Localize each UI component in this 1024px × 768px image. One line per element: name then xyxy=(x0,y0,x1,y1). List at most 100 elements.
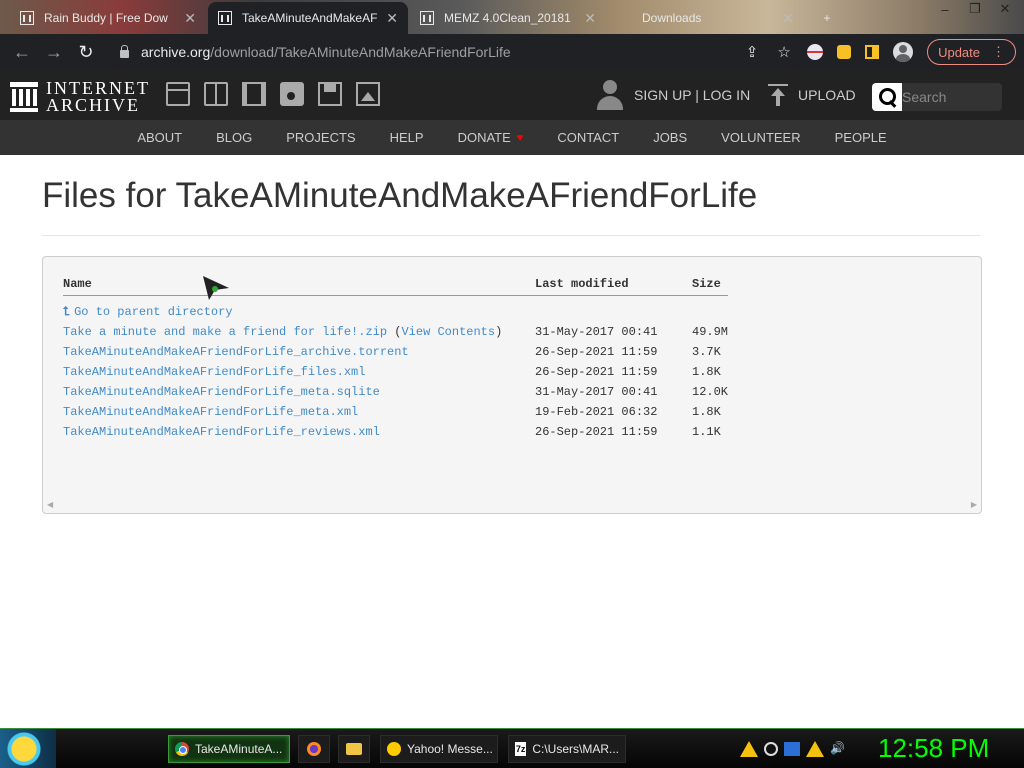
close-window-icon[interactable]: ✕ xyxy=(990,0,1020,18)
close-icon[interactable]: ✕ xyxy=(184,10,196,27)
warning-icon[interactable] xyxy=(740,741,758,757)
minimize-icon[interactable]: – xyxy=(930,0,960,18)
bookmark-star-icon[interactable]: ☆ xyxy=(775,43,793,61)
file-listing-panel: Name Last modified Size ⮤ Go to parent di… xyxy=(42,256,982,514)
sign-in-link[interactable]: SIGN UP | LOG IN xyxy=(596,80,750,110)
browser-toolbar: ← → ↻ archive.org/download/TakeAMinuteAn… xyxy=(0,34,1024,70)
extensions-puzzle-icon[interactable] xyxy=(837,45,852,59)
file-name-cell: TakeAMinuteAndMakeAFriendForLife_files.x… xyxy=(63,362,535,382)
file-name-cell: Take a minute and make a friend for life… xyxy=(63,324,503,339)
lock-icon xyxy=(120,45,129,58)
update-label: Update xyxy=(938,44,980,60)
nav-help[interactable]: HELP xyxy=(373,130,441,145)
profile-avatar[interactable] xyxy=(893,42,914,62)
ia-building-icon xyxy=(10,82,38,112)
file-name-cell: TakeAMinuteAndMakeAFriendForLife_meta.sq… xyxy=(63,382,535,402)
update-button[interactable]: Update ⋮ xyxy=(927,39,1016,65)
scroll-left-icon[interactable]: ◀ xyxy=(47,500,53,509)
nav-people[interactable]: PEOPLE xyxy=(818,130,904,145)
software-icon[interactable] xyxy=(318,82,342,106)
column-header-name[interactable]: Name xyxy=(63,277,535,296)
warning-icon[interactable] xyxy=(806,741,824,757)
side-panel-icon[interactable] xyxy=(865,45,880,59)
heart-icon: ♥ xyxy=(516,131,524,144)
taskbar-button-chrome[interactable]: TakeAMinuteA... xyxy=(168,735,290,763)
ia-logo-line2: ARCHIVE xyxy=(46,95,140,115)
firefox-icon xyxy=(307,742,321,756)
forward-arrow-icon[interactable]: → xyxy=(38,36,70,68)
file-link[interactable]: TakeAMinuteAndMakeAFriendForLife_meta.sq… xyxy=(63,385,380,399)
file-link[interactable]: TakeAMinuteAndMakeAFriendForLife_archive… xyxy=(63,345,409,359)
divider xyxy=(42,235,980,236)
close-icon[interactable]: ✕ xyxy=(584,10,596,27)
address-bar[interactable]: archive.org/download/TakeAMinuteAndMakeA… xyxy=(106,38,806,66)
archive-favicon-icon xyxy=(20,11,34,25)
back-arrow-icon[interactable]: ← xyxy=(6,36,38,68)
nav-donate[interactable]: DONATE ♥ xyxy=(441,130,541,145)
upload-link[interactable]: UPLOAD xyxy=(768,84,856,106)
maximize-icon[interactable]: ❐ xyxy=(960,0,990,18)
file-name-cell: TakeAMinuteAndMakeAFriendForLife_reviews… xyxy=(63,422,535,442)
start-button[interactable] xyxy=(0,729,56,768)
file-link[interactable]: Take a minute and make a friend for life… xyxy=(63,325,387,339)
file-size: 1.1K xyxy=(692,424,721,439)
nav-projects[interactable]: PROJECTS xyxy=(269,130,372,145)
taskbar-clock[interactable]: 12:58 PM xyxy=(878,733,989,764)
tab-label: MEMZ 4.0Clean_20181 xyxy=(444,11,571,25)
volume-icon[interactable]: 🔊 xyxy=(830,741,846,757)
reload-icon[interactable]: ↻ xyxy=(70,36,102,68)
share-icon[interactable]: ⇪ xyxy=(743,43,761,61)
scroll-right-icon[interactable]: ▶ xyxy=(971,500,977,509)
search-icon[interactable] xyxy=(872,83,902,111)
taskbar-button-yahoo[interactable]: Yahoo! Messe... xyxy=(380,735,498,763)
parent-directory-link[interactable]: ⮤ Go to parent directory xyxy=(63,305,233,319)
search-input[interactable] xyxy=(902,89,998,105)
taskbar-button-firefox[interactable] xyxy=(298,735,330,763)
table-row: TakeAMinuteAndMakeAFriendForLife_archive… xyxy=(63,342,728,362)
taskbar-label: Yahoo! Messe... xyxy=(407,742,493,756)
tab-downloads[interactable]: Downloads ✕ xyxy=(608,2,804,34)
taskbar-button-7zip[interactable]: 7z C:\Users\MAR... xyxy=(508,735,626,763)
web-icon[interactable] xyxy=(166,82,190,106)
audio-icon[interactable] xyxy=(280,82,304,106)
taskbar-button-explorer[interactable] xyxy=(338,735,370,763)
file-table: Name Last modified Size ⮤ Go to parent di… xyxy=(63,277,729,442)
file-link[interactable]: TakeAMinuteAndMakeAFriendForLife_meta.xm… xyxy=(63,405,358,419)
file-link[interactable]: TakeAMinuteAndMakeAFriendForLife_files.x… xyxy=(63,365,365,379)
nav-about[interactable]: ABOUT xyxy=(120,130,199,145)
plus-icon: + xyxy=(823,11,831,25)
new-tab-button[interactable]: + xyxy=(812,2,842,34)
ia-logo-text: INTERNET ARCHIVE xyxy=(46,79,150,115)
7zip-icon: 7z xyxy=(515,742,527,756)
images-icon[interactable] xyxy=(356,82,380,106)
extension-flag-icon[interactable] xyxy=(807,44,824,60)
file-size: 1.8K xyxy=(692,404,721,419)
video-icon[interactable] xyxy=(242,82,266,106)
close-icon[interactable]: ✕ xyxy=(386,10,398,27)
file-modified: 26-Sep-2021 11:59 xyxy=(535,424,658,439)
tray-app-icon[interactable] xyxy=(764,742,778,756)
close-icon[interactable]: ✕ xyxy=(782,10,794,27)
tab-rain-buddy[interactable]: Rain Buddy | Free Dow ✕ xyxy=(10,2,206,34)
table-row: TakeAMinuteAndMakeAFriendForLife_meta.sq… xyxy=(63,382,728,402)
ia-logo[interactable]: INTERNET ARCHIVE xyxy=(10,79,150,115)
file-size: 49.9M xyxy=(692,324,729,339)
tab-takeaminute[interactable]: TakeAMinuteAndMakeAFr ✕ xyxy=(208,2,408,34)
file-modified: 26-Sep-2021 11:59 xyxy=(535,364,658,379)
nav-blog[interactable]: BLOG xyxy=(199,130,269,145)
texts-icon[interactable] xyxy=(204,82,228,106)
file-link[interactable]: TakeAMinuteAndMakeAFriendForLife_reviews… xyxy=(63,425,380,439)
sign-in-label: SIGN UP | LOG IN xyxy=(634,87,751,103)
nav-volunteer[interactable]: VOLUNTEER xyxy=(704,130,817,145)
action-center-flag-icon[interactable] xyxy=(784,742,800,756)
tab-memz[interactable]: MEMZ 4.0Clean_20181 ✕ xyxy=(410,2,606,34)
page-title: Files for TakeAMinuteAndMakeAFriendForLi… xyxy=(42,176,758,215)
nav-contact[interactable]: CONTACT xyxy=(540,130,636,145)
taskbar: TakeAMinuteA... Yahoo! Messe... 7z C:\Us… xyxy=(0,728,1024,768)
view-contents-link[interactable]: View Contents xyxy=(401,325,495,339)
column-header-size[interactable]: Size xyxy=(692,277,729,296)
toolbar-right: ⇪ ☆ Update ⋮ xyxy=(743,38,1016,66)
nav-jobs[interactable]: JOBS xyxy=(636,130,704,145)
taskbar-label: C:\Users\MAR... xyxy=(532,742,619,756)
column-header-modified[interactable]: Last modified xyxy=(535,277,692,296)
